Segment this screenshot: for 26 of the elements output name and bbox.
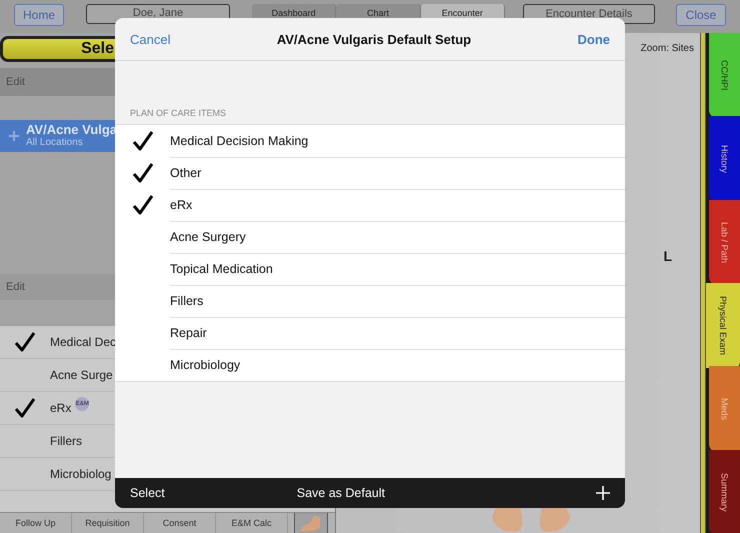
list-item[interactable]: eRx [115, 189, 625, 221]
edit-button[interactable]: Edit [6, 281, 25, 293]
plus-icon [8, 130, 20, 142]
list-item[interactable]: Fillers [115, 285, 625, 317]
select-button[interactable]: Select [130, 486, 165, 500]
side-tab[interactable]: CC/HPI [709, 33, 740, 118]
list-item[interactable]: Topical Medication [115, 253, 625, 285]
list-item[interactable]: Repair [115, 317, 625, 349]
list-item[interactable]: Acne Surgery [115, 221, 625, 253]
side-tab[interactable]: Physical Exam [706, 282, 740, 368]
list-item[interactable]: Other [115, 157, 625, 189]
cancel-button[interactable]: Cancel [130, 32, 170, 46]
thumbnail[interactable] [294, 513, 328, 533]
done-button[interactable]: Done [577, 32, 610, 46]
add-icon[interactable] [596, 486, 610, 500]
save-as-default-button[interactable]: Save as Default [296, 486, 385, 500]
side-tab[interactable]: History [709, 116, 740, 202]
template-subtitle: All Locations [26, 137, 84, 149]
list-item[interactable]: Microbiology [115, 349, 625, 381]
section-header: PLAN OF CARE ITEMS [129, 108, 228, 120]
side-tab[interactable]: Summary [709, 450, 740, 533]
side-tab[interactable]: Lab / Path [709, 200, 740, 285]
list-item[interactable]: Medical Decision Making [115, 125, 625, 157]
side-label: L [663, 248, 672, 266]
dialog-title: AV/Acne Vulgaris Default Setup [276, 32, 472, 46]
zoom-label: Zoom: Sites [640, 42, 694, 54]
